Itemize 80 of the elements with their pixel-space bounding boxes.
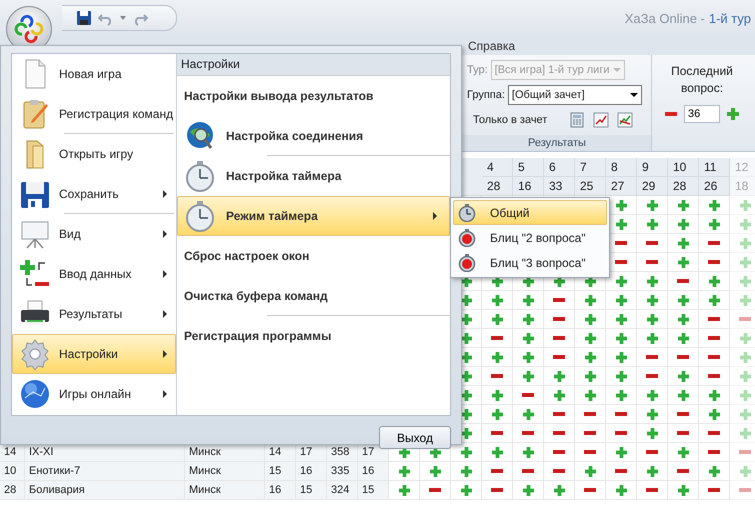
table-cell: Енотики-7 bbox=[25, 462, 185, 481]
column-header: 7 bbox=[575, 158, 606, 177]
question-number-field[interactable]: 36 bbox=[684, 105, 720, 123]
field-label: Группа: bbox=[467, 89, 505, 101]
table-cell: 10 bbox=[0, 462, 25, 481]
globe-magnifier-icon bbox=[184, 120, 216, 152]
table-cell: Боливария bbox=[25, 481, 185, 500]
column-header: 12 bbox=[730, 158, 755, 177]
stopwatch-icon bbox=[184, 200, 216, 232]
menu-item[interactable]: Новая игра bbox=[12, 54, 176, 94]
field-label: Тур: bbox=[467, 64, 488, 76]
globe-icon bbox=[19, 378, 51, 410]
plus-icon[interactable] bbox=[726, 107, 740, 121]
column-header: 28 bbox=[668, 177, 699, 196]
column-header: 8 bbox=[606, 158, 637, 177]
window-title: ХаЗа Online - bbox=[624, 10, 705, 26]
menu-item[interactable]: Очистка буфера команд bbox=[177, 276, 450, 316]
logo-icon bbox=[14, 14, 44, 44]
menu-item[interactable]: Регистрация команд bbox=[12, 94, 176, 134]
table-cell: 28 bbox=[0, 481, 25, 500]
menu-item[interactable]: Результаты bbox=[12, 294, 176, 334]
ribbon-tab[interactable]: Справка bbox=[468, 38, 516, 52]
group-dropdown[interactable]: [Общий зачет] bbox=[508, 85, 642, 105]
table-cell: 16 bbox=[265, 481, 296, 500]
column-header: 18 bbox=[730, 177, 755, 196]
menu-item[interactable]: Вид bbox=[12, 214, 176, 254]
menu-item[interactable]: Настройка таймера bbox=[177, 156, 450, 196]
column-header: 26 bbox=[699, 177, 730, 196]
menu-item[interactable]: Настройки вывода результатов bbox=[177, 76, 450, 116]
table-cell: 15 bbox=[265, 462, 296, 481]
stopwatch-icon bbox=[458, 254, 476, 272]
menu-item[interactable]: Регистрация программы bbox=[177, 316, 450, 356]
table-cell: Минск bbox=[185, 481, 265, 500]
menu-item[interactable]: Общий bbox=[453, 200, 607, 225]
caret-icon[interactable] bbox=[120, 16, 126, 20]
exit-button[interactable]: Выход bbox=[379, 426, 451, 449]
stopwatch-icon bbox=[458, 204, 476, 222]
menu-item[interactable]: Ввод данных bbox=[12, 254, 176, 294]
table-cell: 15 bbox=[358, 481, 389, 500]
column-header: 25 bbox=[575, 177, 606, 196]
column-header: 16 bbox=[513, 177, 544, 196]
column-header: 33 bbox=[544, 177, 575, 196]
menu-item[interactable]: Настройки bbox=[12, 334, 176, 374]
column-header: 4 bbox=[482, 158, 513, 177]
column-header: 9 bbox=[637, 158, 668, 177]
stopwatch-icon bbox=[184, 160, 216, 192]
stopwatch-icon bbox=[458, 228, 476, 246]
calculator-icon[interactable] bbox=[569, 112, 586, 128]
table-cell: 335 bbox=[327, 462, 358, 481]
menu-item[interactable]: Настройка соединения bbox=[177, 116, 450, 156]
menu-item[interactable]: Игры онлайн bbox=[12, 374, 176, 414]
panel-header: Настройки bbox=[177, 54, 450, 76]
caret-icon bbox=[630, 93, 638, 97]
caret-icon bbox=[612, 68, 621, 72]
table-cell: 324 bbox=[327, 481, 358, 500]
document-title: 1-й тур bbox=[708, 10, 751, 26]
column-header: 27 bbox=[606, 177, 637, 196]
menu-item[interactable]: Сохранить bbox=[12, 174, 176, 214]
group-title: Результаты bbox=[463, 135, 651, 151]
credit-only-label: Только в зачет bbox=[473, 114, 548, 126]
menu-item[interactable]: Открыть игру bbox=[12, 134, 176, 174]
column-header: 11 bbox=[699, 158, 730, 177]
menu-item[interactable]: Режим таймера bbox=[177, 196, 450, 236]
line-chart-icon[interactable] bbox=[593, 112, 610, 128]
column-header: 5 bbox=[513, 158, 544, 177]
table-cell: 15 bbox=[296, 481, 327, 500]
menu-item[interactable]: Блиц "3 вопроса" bbox=[453, 250, 607, 275]
table-cell: Минск bbox=[185, 462, 265, 481]
column-header: 6 bbox=[544, 158, 575, 177]
column-header: 29 bbox=[637, 177, 668, 196]
column-header: 10 bbox=[668, 158, 699, 177]
menu-item[interactable]: Блиц "2 вопроса" bbox=[453, 225, 607, 250]
column-header: 28 bbox=[482, 177, 513, 196]
last-question-label: Последний вопрос: bbox=[670, 63, 734, 97]
table-cell: 16 bbox=[358, 462, 389, 481]
gear-icon bbox=[19, 338, 51, 370]
table-cell: 16 bbox=[296, 462, 327, 481]
menu-item[interactable]: Сброс настроек окон bbox=[177, 236, 450, 276]
save-icon[interactable] bbox=[76, 10, 92, 26]
chart-icon[interactable] bbox=[617, 112, 634, 128]
